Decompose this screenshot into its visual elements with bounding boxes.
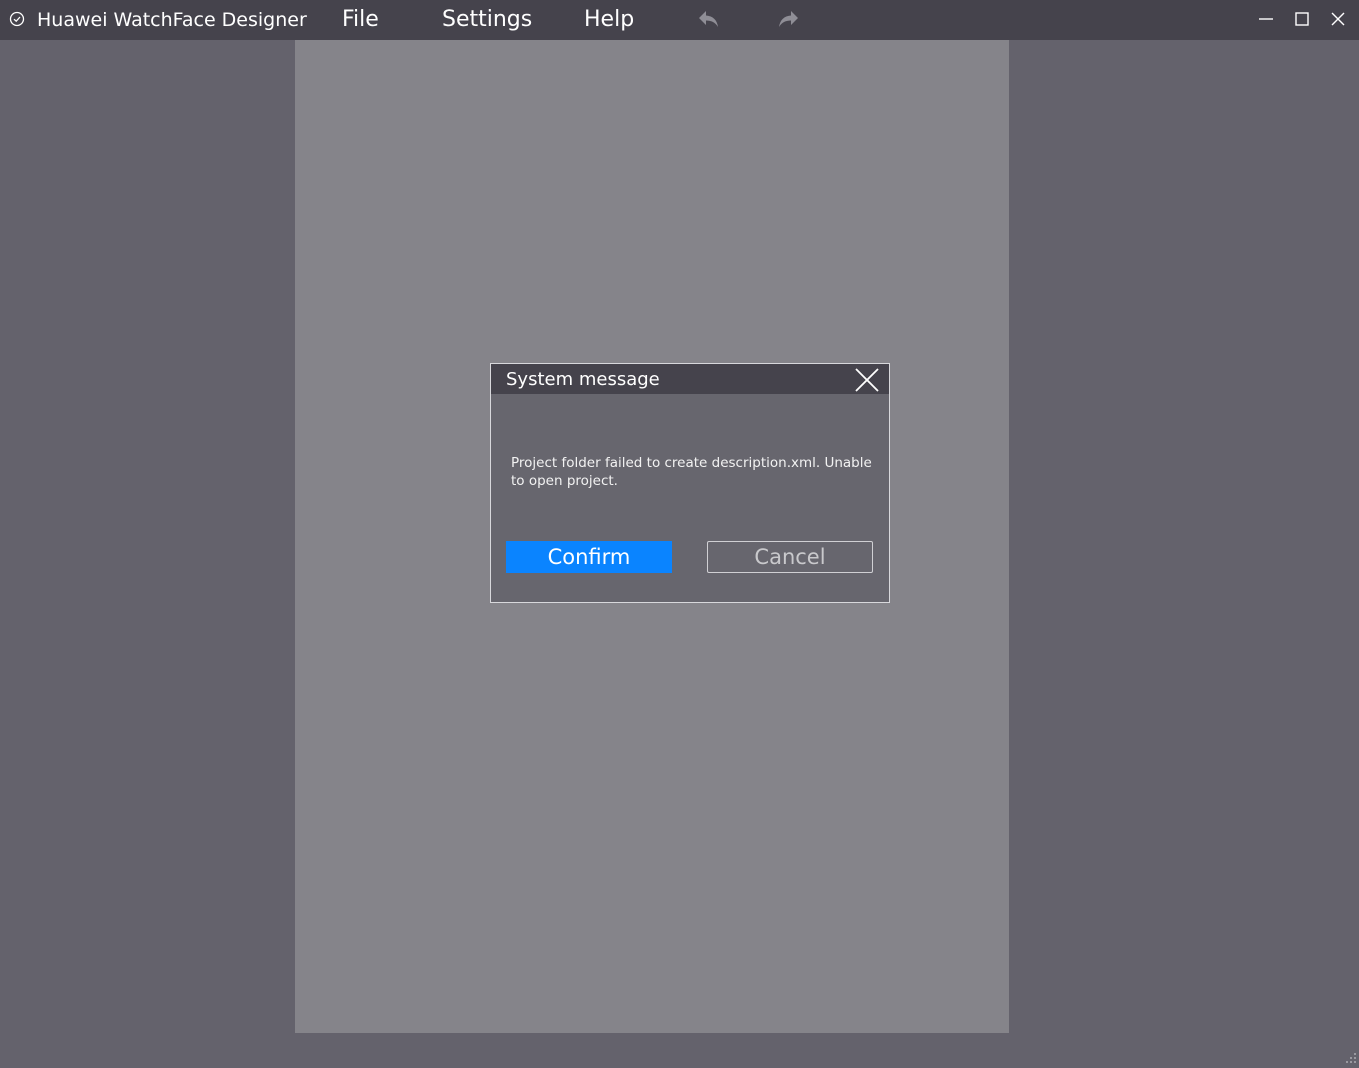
maximize-icon[interactable] — [1292, 9, 1312, 29]
title-bar: Huawei WatchFace Designer File Settings … — [0, 0, 1359, 40]
dialog-message: Project folder failed to create descript… — [511, 455, 872, 489]
undo-icon[interactable] — [697, 7, 721, 31]
menu-settings[interactable]: Settings — [442, 7, 532, 33]
cancel-button[interactable]: Cancel — [707, 541, 873, 573]
dialog-close-icon[interactable] — [853, 366, 881, 394]
dialog-title: System message — [506, 369, 660, 390]
confirm-button[interactable]: Confirm — [506, 541, 672, 573]
app-title: Huawei WatchFace Designer — [37, 9, 307, 31]
close-icon[interactable] — [1328, 9, 1348, 29]
redo-icon[interactable] — [776, 7, 800, 31]
resize-grip-icon[interactable] — [1345, 1049, 1357, 1063]
menu-file[interactable]: File — [342, 7, 379, 33]
system-message-dialog: System message Project folder failed to … — [490, 363, 890, 603]
dialog-header: System message — [491, 364, 889, 394]
menu-help[interactable]: Help — [584, 7, 634, 33]
clock-check-icon — [9, 11, 25, 27]
minimize-icon[interactable] — [1256, 9, 1276, 29]
